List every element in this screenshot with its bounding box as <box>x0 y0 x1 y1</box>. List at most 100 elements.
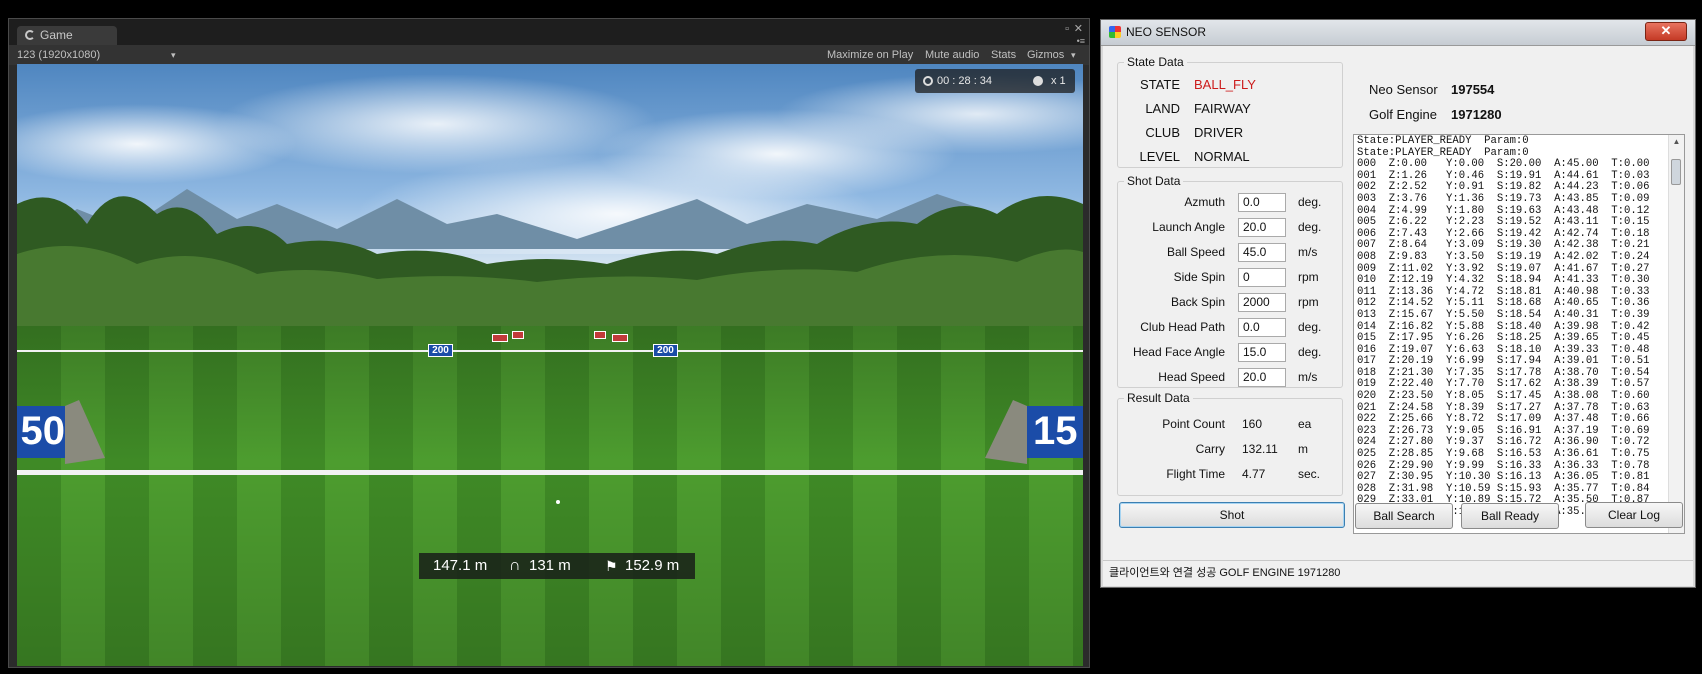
log-line: 013 Z:15.67 Y:5.50 S:18.54 A:40.31 T:0.3… <box>1357 308 1650 321</box>
golf-engine-label: Golf Engine <box>1369 107 1437 122</box>
status-bar: 클라이언트와 연결 성공 GOLF ENGINE 1971280 <box>1103 560 1693 584</box>
log-line: 003 Z:3.76 Y:1.36 S:19.73 A:43.85 T:0.09 <box>1357 192 1650 205</box>
state-label: STATE <box>1140 77 1180 92</box>
game-timer-panel: 00 : 28 : 34 x 1 <box>915 69 1075 93</box>
log-list[interactable]: State:PLAYER_READY Param:0 State:PLAYER_R… <box>1353 134 1685 534</box>
shot-data-group: Shot Data Azmuth 0.0 deg. Launch Angle 2… <box>1117 174 1343 388</box>
result-data-title: Result Data <box>1124 391 1193 405</box>
golf-ball-icon <box>1033 76 1043 86</box>
result-data-group: Result Data Point Count 160 ea Carry 132… <box>1117 391 1343 496</box>
maximize-on-play-toggle[interactable]: Maximize on Play <box>827 45 913 65</box>
stats-toggle[interactable]: Stats <box>991 45 1016 65</box>
ball-speed-field[interactable]: 45.0 <box>1238 243 1286 262</box>
fairway-shading <box>17 326 1083 666</box>
yard-line-150 <box>17 470 1083 475</box>
carry-arc-icon: ∩ <box>509 557 521 574</box>
shot-button[interactable]: Shot <box>1119 502 1345 528</box>
log-scrollbar[interactable]: ▲ ▼ <box>1668 135 1684 533</box>
back-spin-field[interactable]: 2000 <box>1238 293 1286 312</box>
game-viewport[interactable]: 200 200 50 15 00 : 28 : 34 x 1 147.1 m ∩… <box>17 64 1083 666</box>
gizmos-dropdown[interactable]: Gizmos <box>1027 45 1064 65</box>
distance-sign-150-right: 15 <box>1027 406 1083 458</box>
distance-marker-far-left <box>492 334 508 342</box>
carry-label: Carry <box>1195 442 1225 456</box>
clear-log-button[interactable]: Clear Log <box>1585 502 1683 528</box>
state-data-group: State Data STATE BALL_FLY LAND FAIRWAY C… <box>1117 55 1343 168</box>
club-head-path-field[interactable]: 0.0 <box>1238 318 1286 337</box>
head-speed-label: Head Speed <box>1158 370 1225 384</box>
side-spin-field[interactable]: 0 <box>1238 268 1286 287</box>
chevron-down-icon[interactable]: ▾ <box>171 45 176 65</box>
side-spin-unit: rpm <box>1298 270 1319 284</box>
log-line: 015 Z:17.95 Y:6.26 S:18.25 A:39.65 T:0.4… <box>1357 332 1650 345</box>
neo-sensor-titlebar[interactable]: NEO SENSOR ✕ <box>1101 20 1695 46</box>
sign-stand-right <box>985 400 1027 464</box>
distance-sign-200-left: 200 <box>428 344 453 357</box>
game-timer: 00 : 28 : 34 <box>937 75 993 87</box>
sign-stand-left <box>65 400 105 464</box>
neo-sensor-body: State Data STATE BALL_FLY LAND FAIRWAY C… <box>1103 46 1693 586</box>
chevron-down-icon[interactable]: ▾ <box>1071 45 1076 65</box>
neo-sensor-label: Neo Sensor <box>1369 82 1438 97</box>
ball-speed-label: Ball Speed <box>1166 245 1225 259</box>
head-face-angle-unit: deg. <box>1298 345 1322 359</box>
head-speed-field[interactable]: 20.0 <box>1238 368 1286 387</box>
launch-angle-label: Launch Angle <box>1152 220 1225 234</box>
ball-search-button[interactable]: Ball Search <box>1355 503 1453 529</box>
mute-audio-toggle[interactable]: Mute audio <box>925 45 979 65</box>
head-speed-unit: m/s <box>1298 370 1318 384</box>
maximize-icon[interactable]: ▫ <box>1065 23 1069 35</box>
resolution-dropdown[interactable]: 123 (1920x1080) <box>17 45 100 65</box>
ball-speed-unit: m/s <box>1298 245 1318 259</box>
game-tab-label: Game <box>40 28 73 42</box>
back-spin-unit: rpm <box>1298 295 1319 309</box>
azimuth-unit: deg. <box>1298 195 1322 209</box>
point-count-unit: ea <box>1298 417 1312 431</box>
club-head-path-unit: deg. <box>1298 320 1322 334</box>
close-icon[interactable]: ✕ <box>1074 23 1083 35</box>
distance-marker-far-right <box>612 334 628 342</box>
shot-data-title: Shot Data <box>1124 174 1184 188</box>
game-tab-bar: Game ▫ ✕ •≡ <box>9 19 1089 46</box>
head-face-angle-field[interactable]: 15.0 <box>1238 343 1286 362</box>
log-line: State:PLAYER_READY Param:0 <box>1357 135 1529 147</box>
flight-time-unit: sec. <box>1298 467 1321 481</box>
log-line: 025 Z:28.85 Y:9.68 S:16.53 A:36.61 T:0.7… <box>1357 448 1650 461</box>
back-spin-label: Back Spin <box>1170 295 1225 309</box>
land-label: LAND <box>1145 101 1180 116</box>
flight-time-label: Flight Time <box>1166 467 1225 481</box>
clock-icon <box>923 76 933 86</box>
distance-marker-far <box>512 331 524 339</box>
scroll-thumb[interactable] <box>1671 159 1681 185</box>
point-count-label: Point Count <box>1162 417 1225 431</box>
app-logo-icon <box>1109 26 1121 38</box>
launch-angle-field[interactable]: 20.0 <box>1238 218 1286 237</box>
tree-line <box>17 196 1083 344</box>
club-head-path-label: Club Head Path <box>1140 320 1225 334</box>
close-button[interactable]: ✕ <box>1645 22 1687 41</box>
scroll-up-icon[interactable]: ▲ <box>1669 135 1684 149</box>
side-spin-label: Side Spin <box>1173 270 1225 284</box>
game-window: Game ▫ ✕ •≡ 123 (1920x1080) ▾ Maximize o… <box>8 18 1090 668</box>
ball-ready-button[interactable]: Ball Ready <box>1461 503 1559 529</box>
carry-distance: 131 m <box>529 557 571 574</box>
ball-count: x 1 <box>1051 75 1066 87</box>
game-controller-icon <box>25 30 35 40</box>
point-count-value: 160 <box>1242 417 1263 431</box>
game-tab[interactable]: Game <box>17 26 117 45</box>
state-data-title: State Data <box>1124 55 1187 69</box>
azimuth-field[interactable]: 0.0 <box>1238 193 1286 212</box>
head-face-angle-label: Head Face Angle <box>1132 345 1225 359</box>
total-distance: 147.1 m <box>433 557 488 574</box>
club-value: DRIVER <box>1194 125 1244 140</box>
launch-angle-unit: deg. <box>1298 220 1322 234</box>
neo-sensor-window: NEO SENSOR ✕ State Data STATE BALL_FLY L… <box>1100 19 1696 588</box>
golf-engine-id: 1971280 <box>1451 107 1502 122</box>
log-line: 010 Z:12.19 Y:4.32 S:18.94 A:41.33 T:0.3… <box>1357 274 1650 287</box>
carry-unit: m <box>1298 442 1308 456</box>
level-label: LEVEL <box>1139 149 1180 164</box>
window-title: NEO SENSOR <box>1126 25 1207 39</box>
log-lines: State:PLAYER_READY Param:0 State:PLAYER_R… <box>1357 135 1650 519</box>
yard-line-200 <box>17 350 1083 352</box>
level-value: NORMAL <box>1194 149 1250 164</box>
